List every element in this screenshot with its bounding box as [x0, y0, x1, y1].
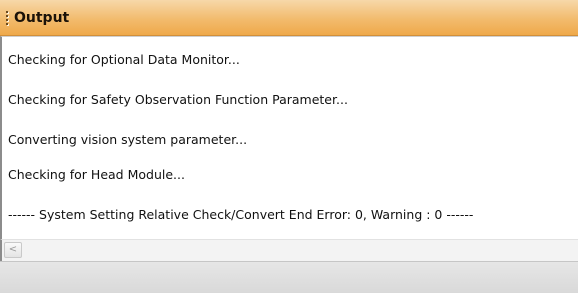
output-line: Checking for Head Module...: [8, 167, 185, 182]
output-line: Checking for Safety Observation Function…: [8, 92, 348, 107]
horizontal-scrollbar[interactable]: <: [0, 239, 578, 261]
chevron-left-icon[interactable]: <: [4, 242, 22, 258]
status-bar: [0, 261, 578, 293]
output-panel-titlebar[interactable]: Output: [0, 0, 578, 36]
output-log[interactable]: Checking for Optional Data Monitor... Ch…: [0, 36, 578, 239]
output-panel: Output Checking for Optional Data Monito…: [0, 0, 578, 293]
panel-title: Output: [14, 10, 70, 26]
output-line: Checking for Optional Data Monitor...: [8, 52, 240, 67]
grip-dots-icon[interactable]: [6, 11, 9, 25]
output-line: Converting vision system parameter...: [8, 132, 248, 147]
output-line: ------ System Setting Relative Check/Con…: [8, 207, 474, 222]
